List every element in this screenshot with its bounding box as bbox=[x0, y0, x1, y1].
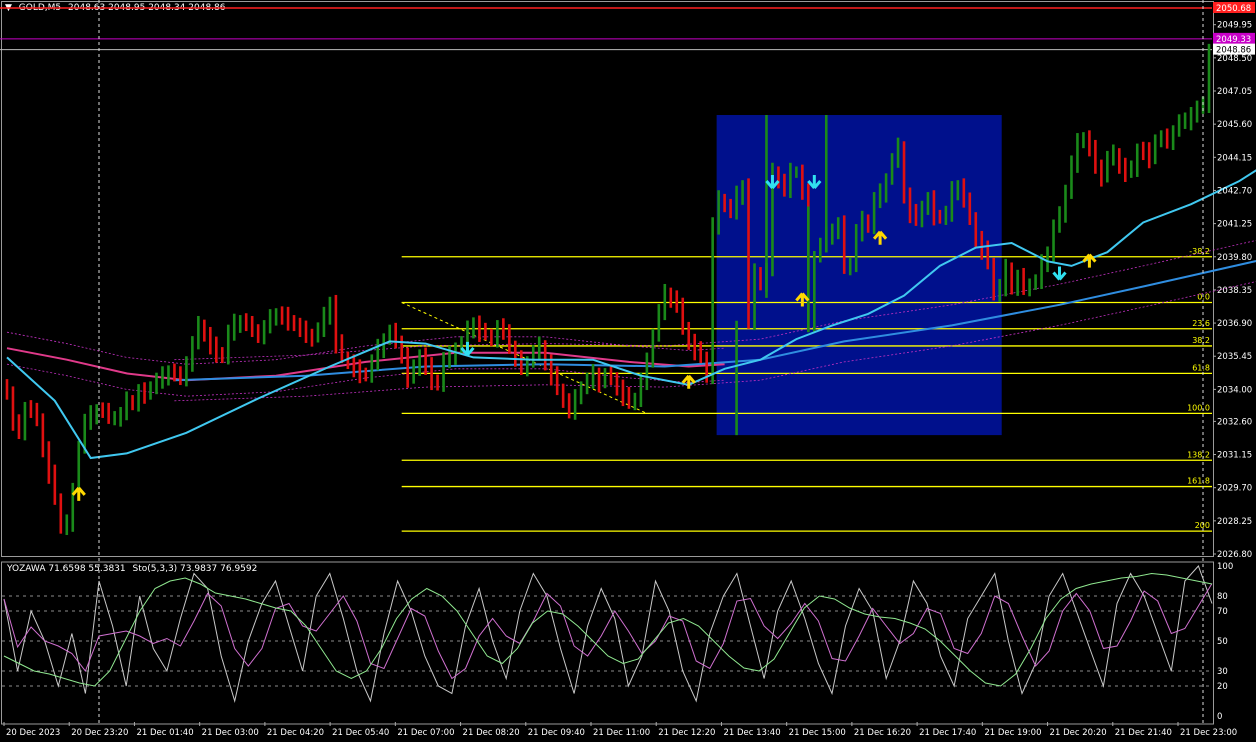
price-axis-label: 2038.35 bbox=[1217, 286, 1252, 296]
buy-arrow-icon bbox=[71, 486, 86, 501]
price-axis-label: 2026.80 bbox=[1217, 550, 1252, 560]
price-marker-label: 2050.68 bbox=[1216, 4, 1251, 14]
price-axis-label: 2044.15 bbox=[1217, 153, 1252, 163]
level-axis-label: 100 bbox=[1217, 562, 1233, 572]
price-axis-label: 2039.80 bbox=[1217, 253, 1252, 263]
time-axis-label: 21 Dec 01:40 bbox=[136, 728, 193, 738]
level-axis-label: 70 bbox=[1217, 607, 1228, 617]
price-axis-label: 2028.25 bbox=[1217, 517, 1252, 527]
level-axis-label: 0 bbox=[1217, 712, 1222, 722]
level-axis-label: 50 bbox=[1217, 637, 1228, 647]
fib-anchor-line bbox=[401, 302, 648, 414]
price-axis-label: 2031.15 bbox=[1217, 451, 1252, 461]
stochastic-signal-line bbox=[3, 583, 1213, 680]
fib-level-label: 161.8 bbox=[1187, 477, 1210, 486]
level-axis-label: 20 bbox=[1217, 682, 1228, 692]
time-axis-label: 21 Dec 20:20 bbox=[1050, 728, 1107, 738]
price-axis-label: 2036.90 bbox=[1217, 319, 1252, 329]
main-pane-border bbox=[1, 1, 1214, 557]
price-marker-label: 2048.86 bbox=[1216, 46, 1251, 56]
time-axis-label: 20 Dec 2023 bbox=[6, 728, 60, 738]
sell-arrow-icon bbox=[1052, 266, 1067, 281]
price-marker-label: 2049.33 bbox=[1216, 35, 1251, 45]
time-axis-label: 21 Dec 08:20 bbox=[463, 728, 520, 738]
chart-canvas[interactable]: -38.20.023.638.261.8100.0138.2161.820020… bbox=[0, 0, 1256, 742]
price-axis-label: 2041.25 bbox=[1217, 220, 1252, 230]
time-axis-label: 21 Dec 09:40 bbox=[528, 728, 585, 738]
time-axis-label: 21 Dec 04:20 bbox=[267, 728, 324, 738]
sub-pane-border bbox=[1, 561, 1214, 725]
level-axis-label: 30 bbox=[1217, 667, 1228, 677]
price-axis-label: 2029.70 bbox=[1217, 484, 1252, 494]
time-axis-label: 21 Dec 19:00 bbox=[984, 728, 1041, 738]
time-axis-label: 21 Dec 13:40 bbox=[723, 728, 780, 738]
price-axis-label: 2032.60 bbox=[1217, 417, 1252, 427]
time-axis-label: 21 Dec 03:00 bbox=[202, 728, 259, 738]
time-axis-label: 21 Dec 11:00 bbox=[593, 728, 650, 738]
price-axis-label: 2045.60 bbox=[1217, 120, 1252, 130]
fib-level-label: 38.2 bbox=[1192, 336, 1210, 345]
time-axis-label: 21 Dec 05:40 bbox=[332, 728, 389, 738]
time-axis-label: 21 Dec 07:00 bbox=[397, 728, 454, 738]
time-axis-label: 21 Dec 16:20 bbox=[854, 728, 911, 738]
time-axis-label: 21 Dec 17:40 bbox=[919, 728, 976, 738]
price-axis-label: 2049.95 bbox=[1217, 21, 1252, 31]
yozawa-line bbox=[3, 572, 1213, 687]
fib-level-label: 61.8 bbox=[1192, 363, 1210, 372]
buy-arrow-icon bbox=[681, 374, 696, 389]
fib-level-label: 23.6 bbox=[1192, 319, 1210, 328]
time-axis-label: 21 Dec 12:20 bbox=[658, 728, 715, 738]
fib-level-label: 100.0 bbox=[1187, 403, 1210, 412]
time-axis-label: 21 Dec 15:00 bbox=[789, 728, 846, 738]
time-axis-label: 20 Dec 23:20 bbox=[71, 728, 128, 738]
stochastic-main-line bbox=[3, 565, 1213, 703]
level-axis-label: 80 bbox=[1217, 592, 1228, 602]
envelope-upper bbox=[6, 331, 725, 365]
fib-level-label: 200 bbox=[1195, 521, 1210, 530]
time-axis-label: 21 Dec 21:40 bbox=[1115, 728, 1172, 738]
price-axis-label: 2042.70 bbox=[1217, 186, 1252, 196]
price-axis-label: 2047.05 bbox=[1217, 87, 1252, 97]
price-axis-label: 2035.45 bbox=[1217, 352, 1252, 362]
fib-level-label: 0.0 bbox=[1197, 292, 1210, 301]
price-axis-label: 2034.00 bbox=[1217, 385, 1252, 395]
time-axis-label: 21 Dec 23:00 bbox=[1180, 728, 1237, 738]
fib-level-label: 138.2 bbox=[1187, 450, 1210, 459]
